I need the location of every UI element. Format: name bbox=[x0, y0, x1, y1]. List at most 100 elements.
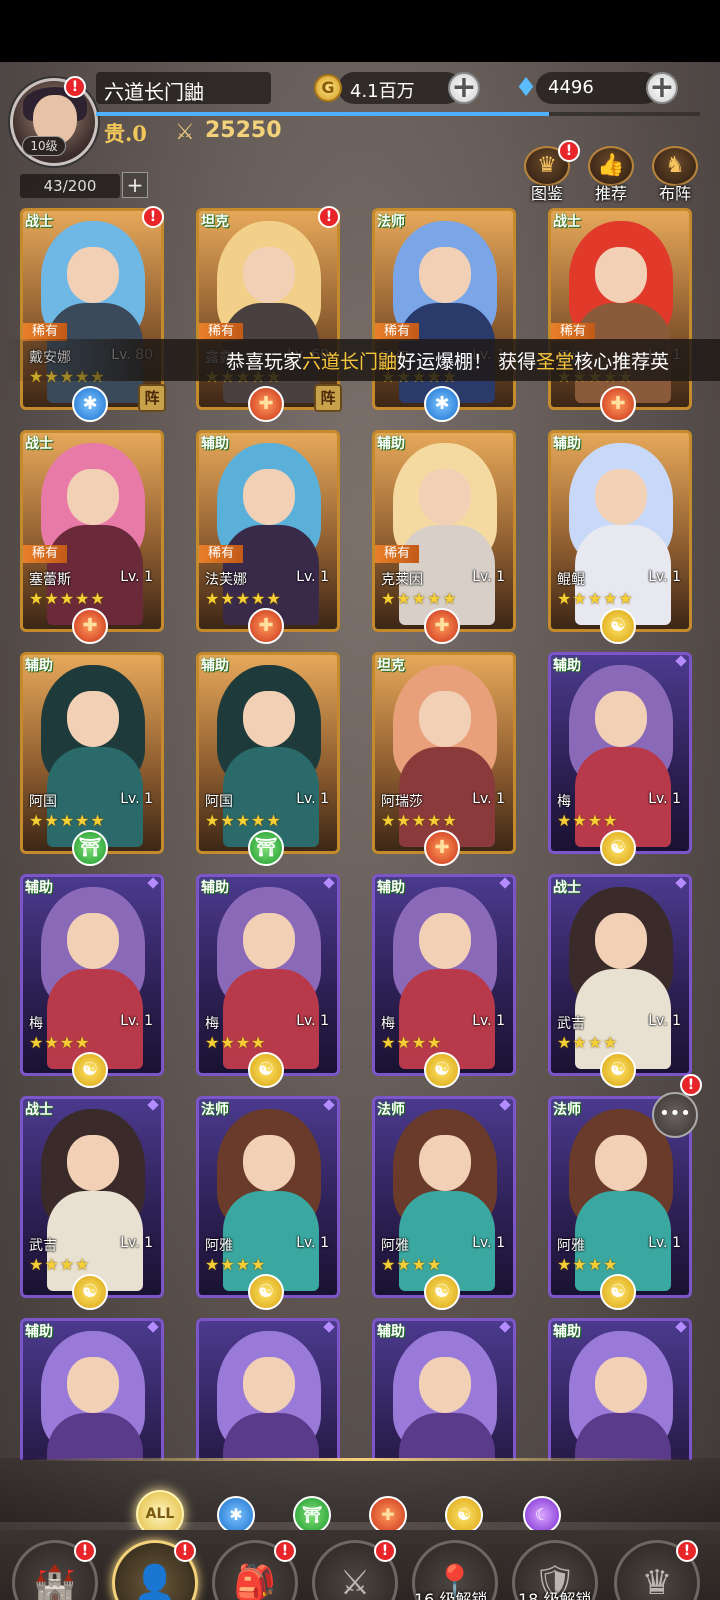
huaxia-faction-icon: ☯ bbox=[248, 1052, 284, 1088]
huaxia-faction-icon: ☯ bbox=[72, 1274, 108, 1310]
hero-card[interactable]: 辅助 稀有 法芙娜 Lv. 1 ★★★★★ bbox=[196, 430, 340, 632]
hero-card[interactable]: 辅助梅 Lv. 1 ★★★★ bbox=[372, 874, 516, 1076]
nav-alert-badge: ! bbox=[174, 1540, 196, 1562]
hero-role: 辅助 bbox=[553, 1324, 581, 1340]
hero-stars: ★★★★ bbox=[381, 1255, 443, 1274]
exp-bar bbox=[96, 112, 700, 116]
hero-card[interactable]: 战士 武吉 Lv. 1 ★★★★ bbox=[548, 874, 692, 1076]
huaxia-faction-icon: ☯ bbox=[600, 608, 636, 644]
hero-role: 法师 bbox=[377, 214, 405, 230]
hero-name: 梅 bbox=[557, 794, 571, 810]
hero-level: Lv. 1 bbox=[648, 791, 681, 807]
hero-role: 辅助 bbox=[25, 880, 53, 896]
hero-card[interactable] bbox=[196, 1318, 340, 1460]
hero-role: 辅助 bbox=[201, 436, 229, 452]
hero-face bbox=[595, 913, 647, 969]
hero-level: Lv. 1 bbox=[472, 569, 505, 585]
hero-portrait bbox=[23, 1321, 161, 1460]
hero-level: Lv. 1 bbox=[120, 1013, 153, 1029]
hero-portrait bbox=[199, 1321, 337, 1460]
hero-portrait bbox=[551, 1321, 689, 1460]
hero-card[interactable]: 战士 武吉 Lv. 1 ★★★★ bbox=[20, 1096, 164, 1298]
hero-alert-badge: ! bbox=[142, 206, 164, 228]
shengtang-faction-icon: ✚ bbox=[72, 608, 108, 644]
hero-role: 辅助 bbox=[201, 880, 229, 896]
hero-name: 阿雅 bbox=[381, 1238, 409, 1254]
hero-card[interactable]: 战士 稀有 塞蕾斯 Lv. 1 ★★★★★ bbox=[20, 430, 164, 632]
hero-role: 法师 bbox=[201, 1102, 229, 1118]
hero-card[interactable]: 辅助 bbox=[20, 1318, 164, 1460]
nav-alert-badge: ! bbox=[676, 1540, 698, 1562]
hero-level: Lv. 1 bbox=[120, 791, 153, 807]
hero-level: Lv. 1 bbox=[296, 1013, 329, 1029]
hero-card[interactable]: 辅助 bbox=[372, 1318, 516, 1460]
huaxia-faction-icon: ☯ bbox=[72, 1052, 108, 1088]
add-diamond-button[interactable]: + bbox=[646, 72, 678, 104]
hero-face bbox=[595, 469, 647, 525]
hero-stars: ★★★★ bbox=[557, 811, 619, 830]
hero-face bbox=[243, 247, 295, 303]
huaxia-faction-icon: ☯ bbox=[600, 1052, 636, 1088]
lianbang-filter-icon: ✱ bbox=[217, 1496, 255, 1534]
gold-value: 4.1百万 bbox=[350, 81, 415, 102]
hero-card[interactable]: 辅助 阿国 Lv. 1 ★★★★★ bbox=[196, 652, 340, 854]
add-gold-button[interactable]: + bbox=[448, 72, 480, 104]
hero-face bbox=[67, 1357, 119, 1413]
shengtang-faction-icon: ✚ bbox=[424, 830, 460, 866]
hero-card[interactable]: 辅助 bbox=[548, 1318, 692, 1460]
hero-level: Lv. 1 bbox=[120, 1235, 153, 1251]
player-level: 10级 bbox=[22, 136, 66, 156]
hero-name: 法芙娜 bbox=[205, 572, 247, 588]
hero-face bbox=[419, 691, 471, 747]
in-formation-tag: 阵 bbox=[138, 384, 166, 412]
shengtang-faction-icon: ✚ bbox=[248, 608, 284, 644]
chuyun-faction-icon: ⛩ bbox=[72, 830, 108, 866]
hero-stars: ★★★★ bbox=[557, 1255, 619, 1274]
chat-button[interactable]: ••• bbox=[652, 1092, 698, 1138]
hero-stars: ★★★★★ bbox=[29, 811, 106, 830]
hero-stars: ★★★★★ bbox=[205, 811, 282, 830]
hero-role: 辅助 bbox=[25, 1324, 53, 1340]
hero-card[interactable]: 辅助 鲲鲲 Lv. 1 ★★★★★ bbox=[548, 430, 692, 632]
hero-card[interactable]: 辅助梅 Lv. 1 ★★★★ bbox=[20, 874, 164, 1076]
shengtang-faction-icon: ✚ bbox=[600, 386, 636, 422]
diamond-display: 4496 bbox=[536, 72, 660, 104]
hero-stars: ★★★★ bbox=[557, 1033, 619, 1052]
huaxia-faction-icon: ☯ bbox=[600, 1274, 636, 1310]
huaxia-faction-icon: ☯ bbox=[424, 1052, 460, 1088]
hero-face bbox=[419, 469, 471, 525]
codex-label: 图鉴 bbox=[530, 184, 563, 203]
hero-name: 梅 bbox=[205, 1016, 219, 1032]
hero-level: Lv. 1 bbox=[472, 1013, 505, 1029]
hero-card[interactable]: 辅助梅 Lv. 1 ★★★★ bbox=[548, 652, 692, 854]
hero-card[interactable]: 辅助 阿国 Lv. 1 ★★★★★ bbox=[20, 652, 164, 854]
hero-alert-badge: ! bbox=[318, 206, 340, 228]
hero-stars: ★★★★ bbox=[205, 1255, 267, 1274]
hero-card[interactable]: 辅助梅 Lv. 1 ★★★★ bbox=[196, 874, 340, 1076]
recommend-button[interactable]: 👍 推荐 bbox=[586, 146, 636, 203]
hero-card[interactable]: 法师 阿雅 Lv. 1 ★★★★ bbox=[196, 1096, 340, 1298]
hero-face bbox=[67, 469, 119, 525]
recommend-label: 推荐 bbox=[594, 184, 627, 203]
chuyun-faction-icon: ⛩ bbox=[248, 830, 284, 866]
combat-power: 25250 bbox=[205, 118, 282, 143]
formation-button[interactable]: ♞ 布阵 bbox=[650, 146, 700, 203]
hero-card[interactable]: 坦克 阿瑞莎 Lv. 1 ★★★★★ bbox=[372, 652, 516, 854]
hero-role: 辅助 bbox=[553, 658, 581, 674]
expand-hero-slots-button[interactable]: + bbox=[122, 172, 148, 198]
hero-role: 辅助 bbox=[553, 436, 581, 452]
hero-face bbox=[595, 1135, 647, 1191]
hero-card[interactable]: 辅助 稀有 克莱因 Lv. 1 ★★★★★ bbox=[372, 430, 516, 632]
hero-card[interactable]: 法师 阿雅 Lv. 1 ★★★★ bbox=[372, 1096, 516, 1298]
hero-face bbox=[67, 247, 119, 303]
gold-display: 4.1百万 bbox=[338, 72, 462, 104]
hero-role: 坦克 bbox=[377, 658, 405, 674]
hero-role: 战士 bbox=[553, 214, 581, 230]
hero-role: 辅助 bbox=[377, 1324, 405, 1340]
vip-level: 贵.0 bbox=[104, 121, 147, 146]
hero-name: 阿雅 bbox=[557, 1238, 585, 1254]
hero-face bbox=[595, 1357, 647, 1413]
hero-name: 鲲鲲 bbox=[557, 572, 585, 588]
hero-count: 43/200 bbox=[20, 174, 120, 198]
hero-face bbox=[67, 691, 119, 747]
